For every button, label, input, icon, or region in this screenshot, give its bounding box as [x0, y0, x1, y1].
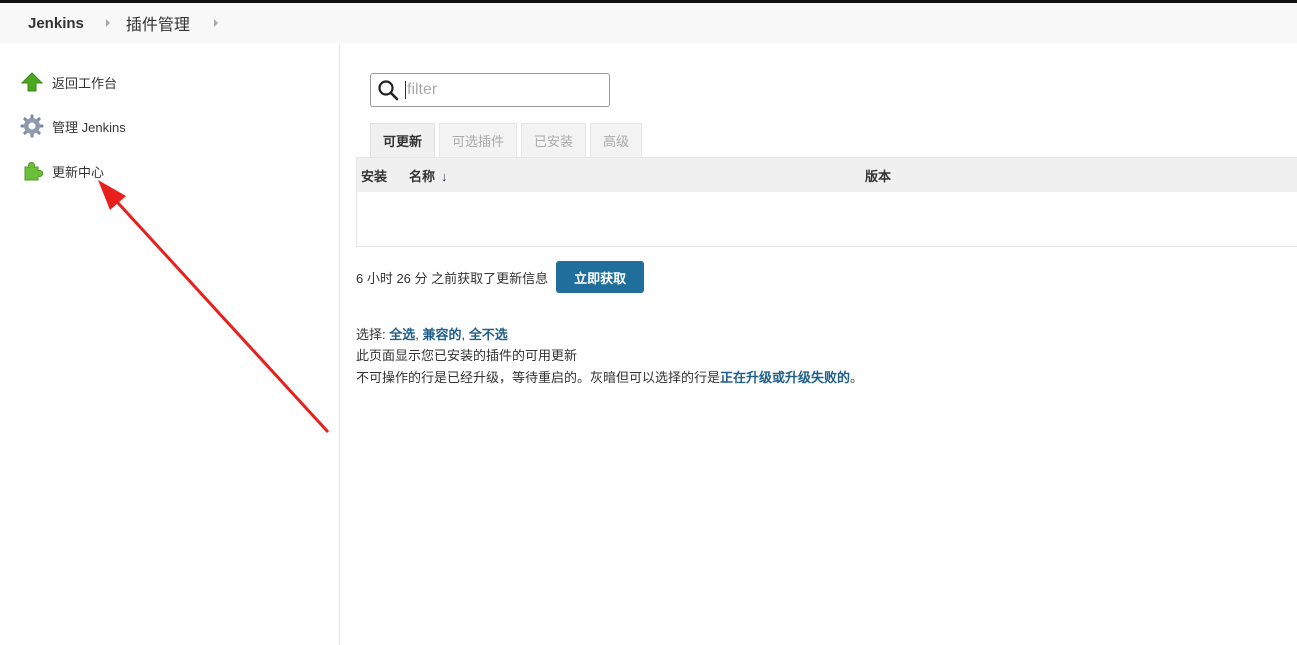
select-none-link[interactable]: 全不选 — [469, 327, 508, 342]
main-content: 可更新 可选插件 已安装 高级 安装 名称 ↓ 版本 6 小时 26 分 之前获取… — [340, 43, 1297, 645]
text-cursor — [405, 81, 406, 99]
puzzle-icon — [20, 159, 44, 183]
breadcrumb-separator-icon[interactable] — [213, 19, 218, 27]
tab-updates[interactable]: 可更新 — [370, 123, 436, 157]
column-header-name-label: 名称 — [409, 168, 436, 184]
annotation-arrow-icon — [98, 180, 330, 434]
column-header-version[interactable]: 版本 — [865, 166, 891, 185]
selection-separator: , — [461, 327, 469, 342]
check-now-button[interactable]: 立即获取 — [556, 261, 645, 293]
description-suffix: 。 — [850, 370, 864, 385]
search-input[interactable] — [407, 81, 597, 99]
description-text: 不可操作的行是已经升级，等待重启的。灰暗但可以选择的行是 — [356, 370, 721, 385]
search-icon — [378, 80, 399, 101]
plugins-table: 安装 名称 ↓ 版本 — [356, 157, 1297, 247]
description-emphasis: 正在升级或升级失败的 — [720, 370, 851, 385]
description-line-2: 不可操作的行是已经升级，等待重启的。灰暗但可以选择的行是正在升级或升级失败的。 — [356, 367, 863, 386]
sidebar-item-label: 管理 Jenkins — [52, 119, 126, 135]
sort-down-icon: ↓ — [441, 168, 448, 184]
breadcrumb-separator-icon[interactable] — [105, 19, 110, 27]
description-line-1: 此页面显示您已安装的插件的可用更新 — [356, 348, 578, 363]
selection-prefix: 选择: — [356, 327, 390, 342]
sidebar-item-manage-jenkins[interactable]: 管理 Jenkins — [20, 113, 126, 139]
column-header-install[interactable]: 安装 — [361, 166, 387, 185]
breadcrumb-jenkins[interactable]: Jenkins — [28, 15, 84, 32]
tab-advanced[interactable]: 高级 — [590, 123, 643, 157]
search-box[interactable] — [370, 73, 610, 107]
update-status-text: 6 小时 26 分 之前获取了更新信息 — [356, 270, 549, 286]
gear-icon — [20, 114, 44, 138]
select-all-link[interactable]: 全选 — [389, 327, 415, 342]
tab-installed[interactable]: 已安装 — [521, 123, 587, 157]
sidebar-item-back-to-dashboard[interactable]: 返回工作台 — [20, 69, 117, 95]
up-arrow-icon — [20, 70, 44, 94]
table-header: 安装 名称 ↓ 版本 — [357, 158, 1297, 192]
select-compatible-link[interactable]: 兼容的 — [422, 327, 461, 342]
sidebar-item-label: 返回工作台 — [52, 75, 118, 91]
tab-available[interactable]: 可选插件 — [439, 123, 518, 157]
breadcrumb-plugin-manager[interactable]: 插件管理 — [126, 11, 190, 35]
column-header-name[interactable]: 名称 ↓ — [409, 166, 448, 185]
update-status: 6 小时 26 分 之前获取了更新信息 立即获取 — [356, 261, 645, 293]
selection-links: 选择: 全选, 兼容的, 全不选 — [356, 324, 508, 343]
breadcrumb: Jenkins 插件管理 — [0, 3, 1297, 43]
tab-bar: 可更新 可选插件 已安装 高级 — [370, 123, 646, 157]
